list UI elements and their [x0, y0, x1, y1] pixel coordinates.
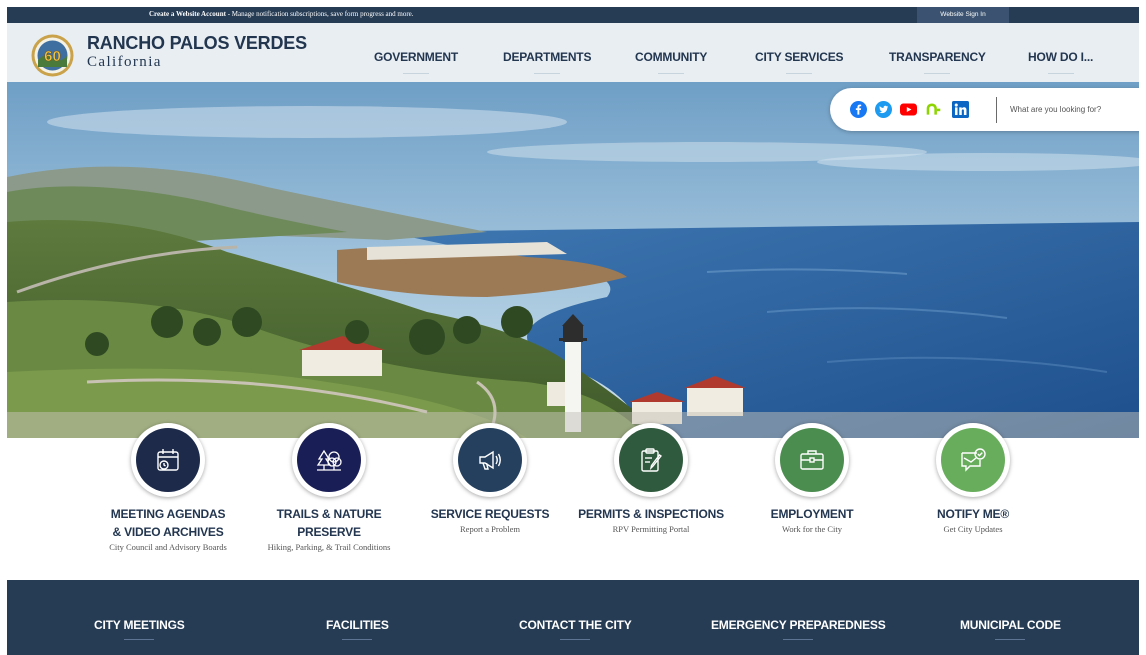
quick-link-description: City Council and Advisory Boards: [109, 542, 227, 552]
quick-link-title[interactable]: TRAILS & NATURE PRESERVE: [254, 505, 404, 541]
nav-community[interactable]: COMMUNITY: [635, 50, 707, 64]
quick-link-service-requests[interactable]: SERVICE REQUESTS Report a Problem: [415, 423, 565, 534]
footer-link-facilities[interactable]: FACILITIES: [326, 618, 389, 632]
quick-link-notify-me[interactable]: NOTIFY ME® Get City Updates: [898, 423, 1048, 534]
linkedin-icon[interactable]: [952, 101, 969, 118]
create-account-link[interactable]: Create a Website Account: [149, 10, 226, 18]
social-search-bar: [830, 88, 1139, 131]
footer-link-emergency-preparedness[interactable]: EMERGENCY PREPAREDNESS: [711, 618, 886, 632]
nav-city-services[interactable]: CITY SERVICES: [755, 50, 844, 64]
nav-government[interactable]: GOVERNMENT: [374, 50, 458, 64]
social-search-divider: [996, 97, 997, 123]
quick-link-title[interactable]: MEETING AGENDAS & VIDEO ARCHIVES: [93, 505, 243, 541]
briefcase-icon: [800, 450, 824, 470]
quick-link-icon-ring[interactable]: [614, 423, 688, 497]
nav-departments[interactable]: DEPARTMENTS: [503, 50, 591, 64]
seal-anniversary-text: 60: [44, 48, 61, 65]
site-search-input[interactable]: [1010, 100, 1134, 118]
nextdoor-icon[interactable]: [925, 101, 942, 118]
website-sign-in-button[interactable]: Website Sign In: [917, 7, 1009, 23]
quick-link-title[interactable]: EMPLOYMENT: [737, 505, 887, 523]
facebook-icon[interactable]: [850, 101, 867, 118]
quick-link-description: RPV Permitting Portal: [612, 524, 690, 534]
footer-link-municipal-code[interactable]: MUNICIPAL CODE: [960, 618, 1061, 632]
city-name[interactable]: RANCHO PALOS VERDES: [87, 33, 307, 54]
quick-link-title[interactable]: NOTIFY ME®: [898, 505, 1048, 523]
quick-link-icon-ring[interactable]: [936, 423, 1010, 497]
quick-link-icon-ring[interactable]: [775, 423, 849, 497]
quick-link-icon-ring[interactable]: [453, 423, 527, 497]
quick-link-icon-ring[interactable]: [131, 423, 205, 497]
create-account-description: - Manage notification subscriptions, sav…: [225, 10, 414, 18]
quick-link-icon-ring[interactable]: [292, 423, 366, 497]
message-check-icon: [961, 448, 986, 472]
quick-link-meeting-agendas[interactable]: MEETING AGENDAS & VIDEO ARCHIVES City Cou…: [93, 423, 243, 552]
quick-link-description: Hiking, Parking, & Trail Conditions: [267, 542, 391, 552]
hero-image: [7, 82, 1139, 438]
state-name: California: [87, 54, 162, 70]
nav-how-do-i[interactable]: HOW DO I...: [1028, 50, 1093, 64]
create-account-message[interactable]: Create a Website Account - Manage notifi…: [149, 10, 414, 18]
quick-link-employment[interactable]: EMPLOYMENT Work for the City: [737, 423, 887, 534]
twitter-icon[interactable]: [875, 101, 892, 118]
youtube-icon[interactable]: [900, 101, 917, 118]
quick-link-description: Get City Updates: [943, 524, 1003, 534]
calendar-icon: [157, 449, 179, 471]
quick-link-title[interactable]: PERMITS & INSPECTIONS: [576, 505, 726, 523]
footer-link-contact-the-city[interactable]: CONTACT THE CITY: [519, 618, 632, 632]
quick-link-description: Work for the City: [782, 524, 842, 534]
quick-link-trails-preserve[interactable]: TRAILS & NATURE PRESERVE Hiking, Parking,…: [254, 423, 404, 552]
utility-bar: Create a Website Account - Manage notifi…: [7, 7, 1139, 23]
city-seal-logo-icon[interactable]: 60: [31, 34, 74, 77]
footer-link-city-meetings[interactable]: CITY MEETINGS: [94, 618, 185, 632]
quick-link-title[interactable]: SERVICE REQUESTS: [415, 505, 565, 523]
quick-link-description: Report a Problem: [460, 524, 520, 534]
trees-icon: [316, 449, 342, 471]
megaphone-icon: [479, 450, 501, 470]
site-header: 60 RANCHO PALOS VERDES California GOVERN…: [7, 23, 1139, 82]
page-frame: Create a Website Account - Manage notifi…: [7, 7, 1139, 655]
nav-transparency[interactable]: TRANSPARENCY: [889, 50, 986, 64]
clipboard-icon: [641, 448, 663, 472]
quick-link-permits-inspections[interactable]: PERMITS & INSPECTIONS RPV Permitting Por…: [576, 423, 726, 534]
footer-links-band: CITY MEETINGS FACILITIES CONTACT THE CIT…: [7, 580, 1139, 655]
coastline-lighthouse-photo: [7, 82, 1139, 438]
